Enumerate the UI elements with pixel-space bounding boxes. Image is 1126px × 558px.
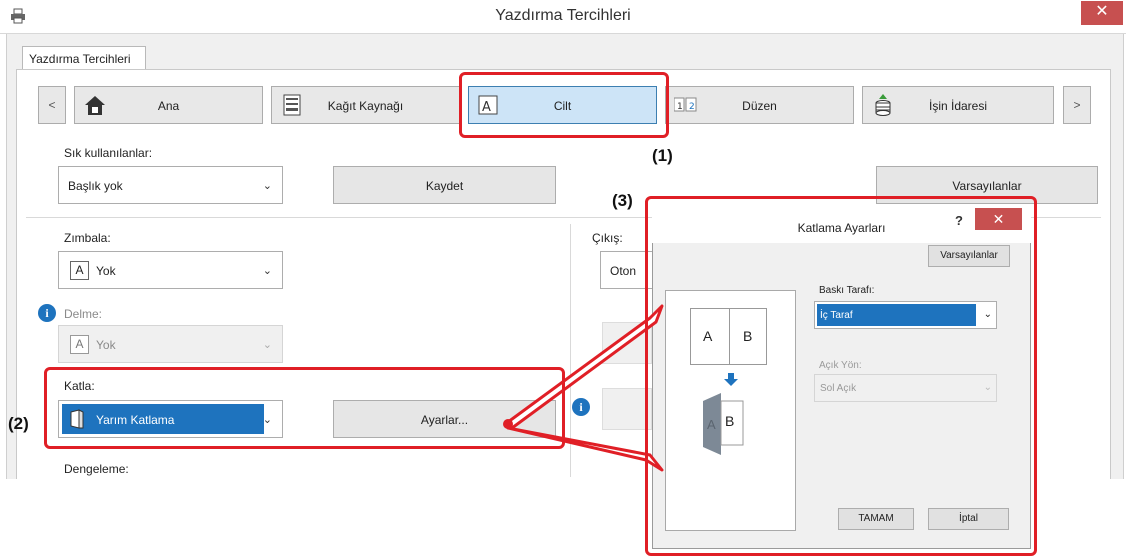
cilt-tab-highlight <box>459 72 669 138</box>
fold-highlight <box>44 367 565 449</box>
callout-3: (3) <box>612 191 633 210</box>
callout-2: (2) <box>8 414 29 433</box>
dialog-highlight <box>645 196 1037 556</box>
callout-1: (1) <box>652 146 673 165</box>
